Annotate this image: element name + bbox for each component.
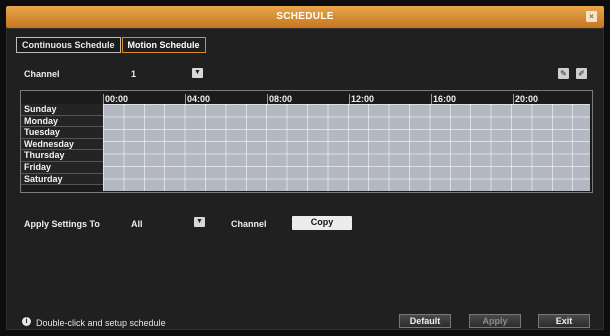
- apply-settings-value[interactable]: All: [131, 219, 143, 229]
- apply-settings-label: Apply Settings To: [24, 219, 100, 229]
- day-label-monday: Monday: [21, 115, 103, 128]
- exit-button[interactable]: Exit: [538, 314, 590, 328]
- title-bar: SCHEDULE ×: [6, 6, 604, 28]
- copy-button[interactable]: Copy: [292, 216, 352, 230]
- hour-label: 00:00: [102, 94, 129, 104]
- day-column: Sunday Monday Tuesday Wednesday Thursday…: [21, 104, 103, 186]
- info-icon: i: [22, 317, 31, 326]
- close-icon[interactable]: ×: [586, 11, 597, 22]
- schedule-grid-container: 00:00 04:00 08:00 12:00 16:00 20:00 Sund…: [20, 90, 593, 193]
- hour-label: 12:00: [348, 94, 375, 104]
- tab-motion-schedule[interactable]: Motion Schedule: [121, 37, 206, 53]
- window-title: SCHEDULE: [276, 11, 334, 22]
- channel-label: Channel: [24, 69, 60, 79]
- schedule-tabs: Continuous Schedule Motion Schedule: [16, 37, 207, 53]
- apply-button[interactable]: Apply: [469, 314, 521, 328]
- hour-label: 16:00: [430, 94, 457, 104]
- day-label-saturday: Saturday: [21, 173, 103, 186]
- eraser-icon[interactable]: ✐: [576, 68, 587, 79]
- hour-label: 04:00: [184, 94, 211, 104]
- hour-label: 08:00: [266, 94, 293, 104]
- day-label-wednesday: Wednesday: [21, 138, 103, 151]
- channel-dropdown-icon[interactable]: ▼: [192, 68, 203, 78]
- channel-value[interactable]: 1: [131, 69, 136, 79]
- schedule-grid[interactable]: [103, 104, 590, 191]
- default-button[interactable]: Default: [399, 314, 451, 328]
- edit-icon[interactable]: ✎: [558, 68, 569, 79]
- apply-dropdown-icon[interactable]: ▼: [194, 217, 205, 227]
- hint-text: Double-click and setup schedule: [36, 318, 166, 328]
- day-label-tuesday: Tuesday: [21, 127, 103, 139]
- day-label-friday: Friday: [21, 161, 103, 174]
- hour-scale: 00:00 04:00 08:00 12:00 16:00 20:00: [102, 94, 592, 104]
- tab-continuous-schedule[interactable]: Continuous Schedule: [16, 37, 121, 53]
- apply-channel-label: Channel: [231, 219, 267, 229]
- day-label-sunday: Sunday: [21, 104, 103, 116]
- day-label-thursday: Thursday: [21, 150, 103, 162]
- hour-label: 20:00: [512, 94, 539, 104]
